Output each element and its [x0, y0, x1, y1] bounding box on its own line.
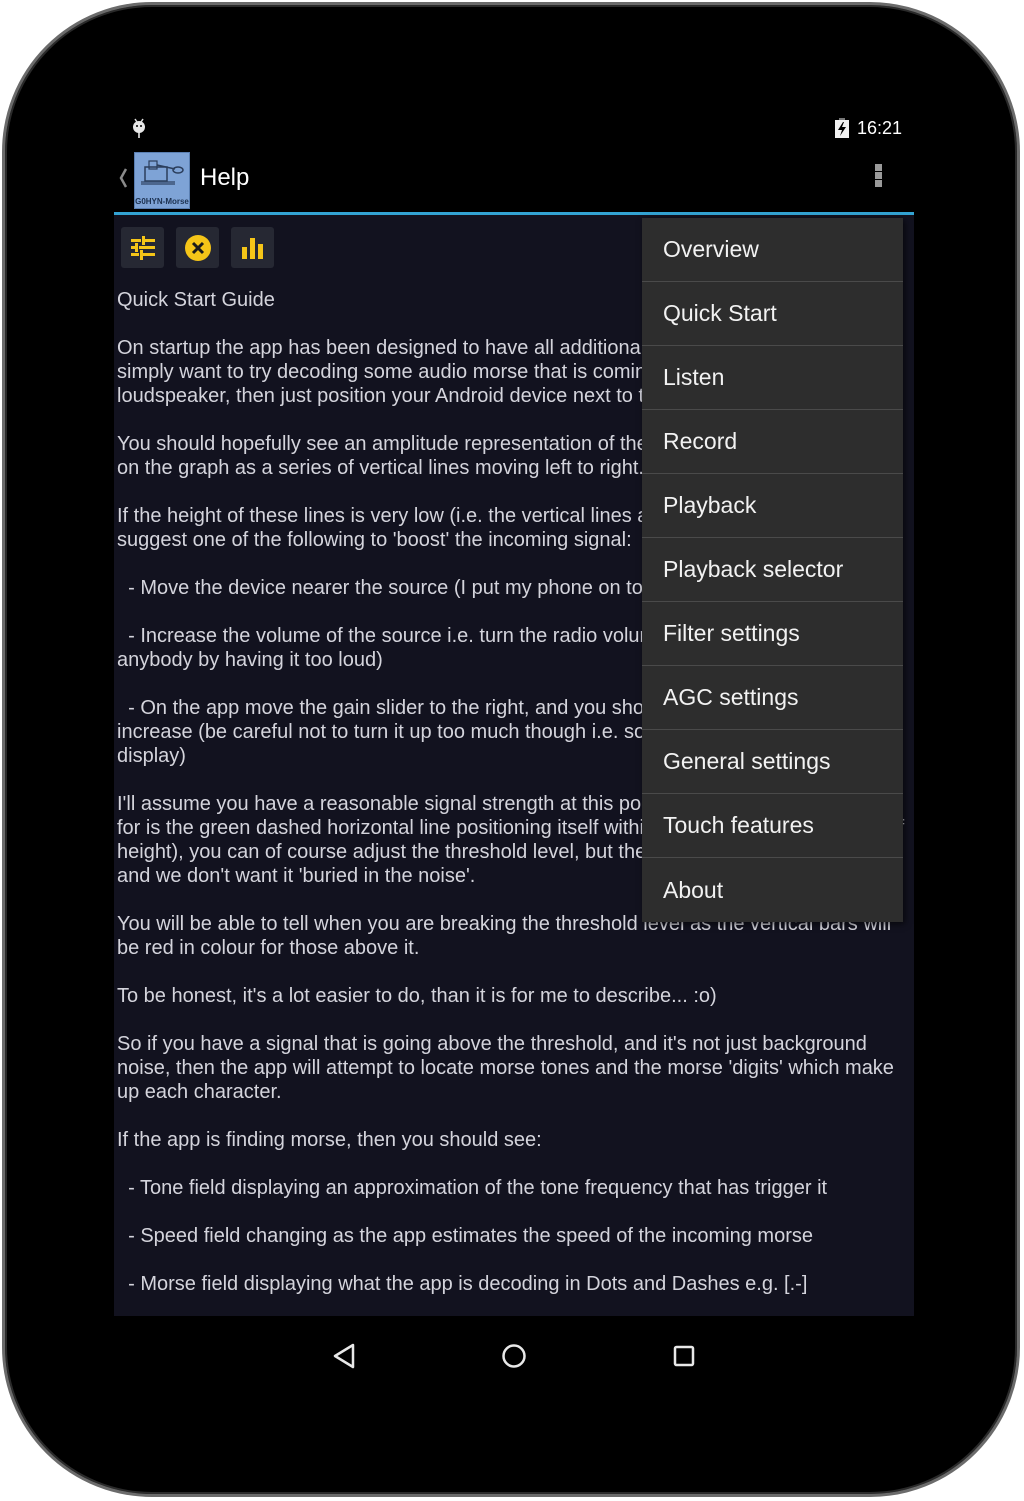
recents-square-icon	[673, 1345, 695, 1367]
battery-charging-icon	[834, 118, 849, 138]
action-bar: G0HYN-Morse Help	[114, 144, 914, 215]
more-vertical-icon-dot	[874, 180, 882, 187]
paragraph: If the app is finding morse, then you sh…	[117, 1129, 542, 1151]
close-circle-icon	[184, 234, 211, 261]
settings-sliders-button[interactable]	[121, 227, 164, 268]
menu-item-listen[interactable]: Listen	[642, 346, 903, 410]
menu-item-record[interactable]: Record	[642, 410, 903, 474]
menu-item-playback[interactable]: Playback	[642, 474, 903, 538]
clock: 16:21	[856, 117, 902, 138]
chart-button[interactable]	[231, 227, 274, 268]
home-button[interactable]	[496, 1338, 532, 1374]
more-vertical-icon-dot	[874, 172, 882, 179]
navigation-bar	[114, 1316, 914, 1396]
back-button[interactable]	[326, 1338, 362, 1374]
home-circle-icon	[502, 1344, 526, 1368]
android-debug-icon	[133, 118, 145, 138]
sliders-icon	[130, 235, 155, 260]
chevron-left-icon[interactable]	[118, 166, 128, 190]
menu-item-overview[interactable]: Overview	[642, 218, 903, 282]
menu-item-playback-selector[interactable]: Playback selector	[642, 538, 903, 602]
icon-toolbar	[121, 227, 274, 268]
menu-item-touch-features[interactable]: Touch features	[642, 794, 903, 858]
page-title: Help	[200, 164, 250, 191]
morse-key-icon	[141, 160, 184, 185]
app-logo-text: G0HYN-Morse	[135, 197, 189, 206]
menu-item-about[interactable]: About	[642, 858, 903, 922]
bar-chart-icon	[241, 237, 263, 259]
status-bar: 16:21	[114, 110, 914, 144]
screen: 16:21 G0HYN-Morse Help Quick Start Guide…	[114, 110, 914, 1316]
paragraph: So if you have a signal that is going ab…	[117, 1033, 900, 1103]
menu-item-quick-start[interactable]: Quick Start	[642, 282, 903, 346]
paragraph: - Tone field displaying an approximation…	[117, 1177, 828, 1199]
paragraph: - Morse field displaying what the app is…	[117, 1273, 808, 1295]
more-vertical-icon-dot	[874, 164, 882, 171]
paragraph: To be honest, it's a lot easier to do, t…	[117, 985, 717, 1007]
overflow-menu-button[interactable]	[870, 164, 886, 194]
overflow-menu: Overview Quick Start Listen Record Playb…	[642, 218, 903, 922]
close-button[interactable]	[176, 227, 219, 268]
menu-item-agc-settings[interactable]: AGC settings	[642, 666, 903, 730]
app-logo[interactable]: G0HYN-Morse	[134, 152, 190, 209]
back-triangle-icon	[333, 1343, 355, 1369]
status-right: 16:21	[834, 116, 902, 140]
menu-item-general-settings[interactable]: General settings	[642, 730, 903, 794]
menu-item-filter-settings[interactable]: Filter settings	[642, 602, 903, 666]
paragraph: - Speed field changing as the app estima…	[117, 1225, 813, 1247]
recents-button[interactable]	[666, 1338, 702, 1374]
